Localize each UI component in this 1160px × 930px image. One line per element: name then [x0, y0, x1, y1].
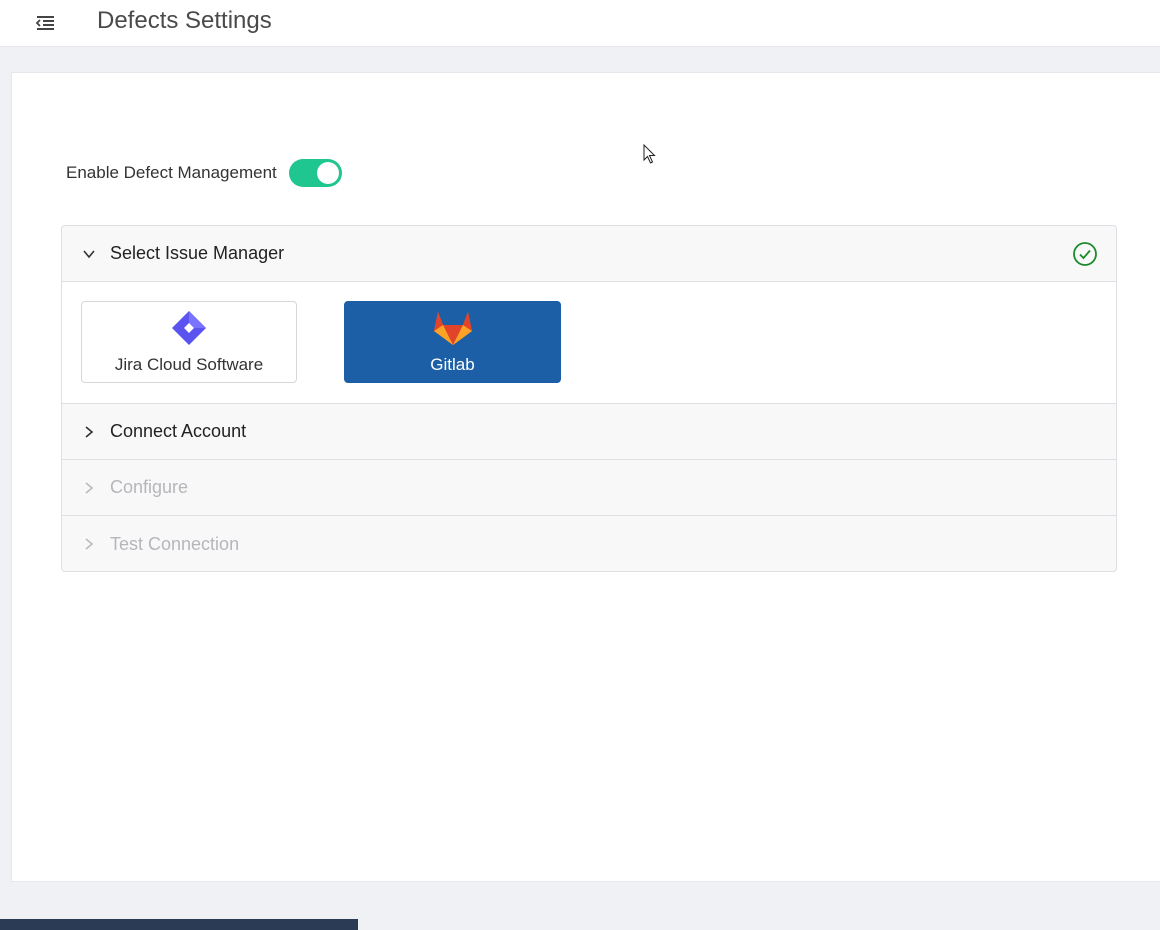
section-title: Test Connection: [110, 533, 240, 554]
chevron-down-icon: [82, 247, 96, 261]
setup-accordion: Select Issue Manager Jira Cloud Software: [61, 225, 1117, 572]
menu-collapse-icon[interactable]: [32, 11, 58, 35]
bottom-panel-edge: [0, 919, 358, 930]
section-connect-account[interactable]: Connect Account: [62, 404, 1116, 460]
chevron-right-icon: [82, 537, 96, 551]
section-test-connection: Test Connection: [62, 516, 1116, 571]
top-bar: Defects Settings: [0, 0, 1160, 47]
defect-management-switch[interactable]: [288, 159, 342, 187]
gitlab-icon: [433, 309, 473, 347]
check-circle-icon: [1072, 241, 1098, 267]
section-select-issue-manager[interactable]: Select Issue Manager: [62, 226, 1116, 282]
section-title: Connect Account: [110, 421, 247, 441]
chevron-right-icon: [82, 481, 96, 495]
defect-management-toggle-row: Enable Defect Management: [66, 159, 342, 187]
tile-label: Gitlab: [430, 355, 475, 374]
chevron-right-icon: [82, 425, 96, 439]
section-title: Select Issue Manager: [110, 243, 285, 263]
section-configure: Configure: [62, 460, 1116, 516]
defect-management-label: Enable Defect Management: [66, 163, 277, 182]
section-title: Configure: [110, 477, 189, 497]
switch-knob: [316, 162, 339, 184]
settings-card: Enable Defect Management Select Issue Ma…: [11, 72, 1160, 882]
tile-label: Jira Cloud Software: [114, 355, 264, 374]
issue-manager-gitlab-tile[interactable]: Gitlab: [344, 301, 561, 383]
issue-manager-options: Jira Cloud Software Gitlab: [62, 282, 1116, 404]
mouse-cursor-icon: [643, 143, 656, 164]
issue-manager-jira-tile[interactable]: Jira Cloud Software: [81, 301, 297, 383]
page-title: Defects Settings: [97, 7, 272, 34]
jira-icon: [169, 309, 209, 347]
